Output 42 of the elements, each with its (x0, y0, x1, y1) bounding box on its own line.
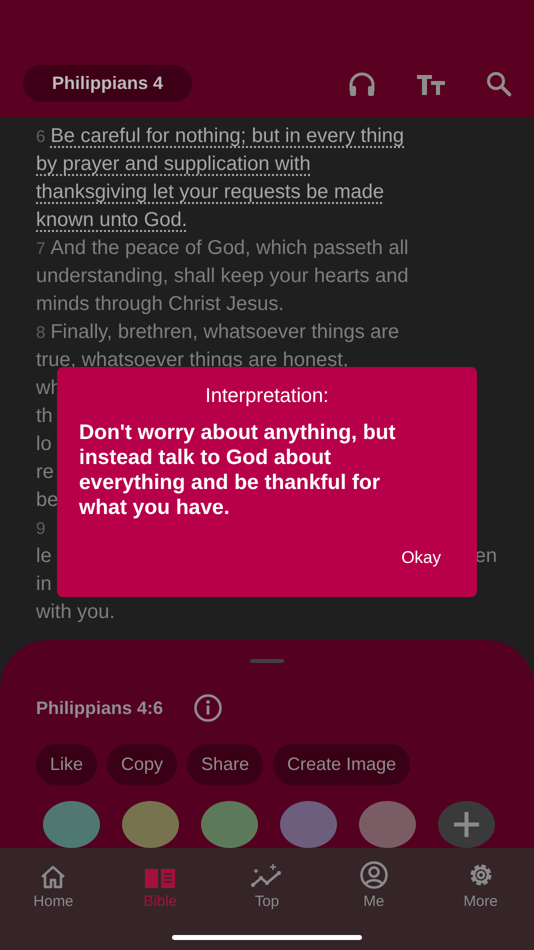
action-chip[interactable]: Like (36, 744, 98, 785)
verse-text[interactable]: And the peace of God, which passeth all (50, 237, 408, 259)
verse-number: 8 (36, 323, 46, 342)
verse-number: 9 (36, 519, 46, 538)
tab-item[interactable]: More (427, 858, 534, 910)
action-chip[interactable]: Share (187, 744, 264, 785)
sparkle-chart-icon (250, 863, 283, 889)
action-chip[interactable]: Create Image (273, 744, 410, 785)
add-icon[interactable] (438, 801, 495, 848)
verse-text[interactable]: be (36, 489, 58, 511)
verse-text[interactable]: minds through Christ Jesus. (36, 293, 284, 315)
search-icon[interactable] (486, 70, 512, 96)
info-icon[interactable] (193, 693, 224, 723)
drag-handle[interactable] (250, 659, 284, 663)
dialog-title: Interpretation: (204, 385, 330, 408)
tab-item[interactable]: Home (0, 858, 107, 910)
home-icon (39, 865, 68, 889)
verse-number: 6 (36, 127, 46, 146)
verse-text[interactable]: re (36, 461, 54, 483)
okay-button[interactable]: Okay (399, 546, 443, 570)
verse-text[interactable]: in (36, 573, 52, 595)
verse-text[interactable]: understanding, shall keep your hearts and (36, 265, 408, 287)
verse-text[interactable]: with you. (36, 601, 115, 623)
verse-text[interactable]: le (36, 545, 52, 567)
action-chip[interactable]: Copy (107, 744, 178, 785)
headphones-icon[interactable] (348, 70, 376, 96)
dialog-message: Don't worry about anything, but instead talk to God about everything and be thankful for what you have. (79, 420, 396, 520)
verse-text[interactable]: th (36, 405, 53, 427)
tab-item[interactable]: Me (320, 858, 428, 910)
text-size-icon[interactable] (416, 72, 446, 94)
verse-number: 7 (36, 239, 46, 258)
verse-text[interactable]: lo (36, 433, 52, 455)
verse-text[interactable]: Be careful for nothing; but in every thing (50, 125, 404, 147)
tab-item[interactable]: Top (214, 858, 320, 910)
verse-text[interactable]: known unto God. (36, 209, 188, 231)
verse-reference: Philippians 4:6 (36, 698, 164, 718)
chapter-selector[interactable]: Philippians 4 (23, 65, 192, 102)
book-icon (144, 867, 176, 889)
verse-text[interactable]: Finally, brethren, whatsoever things are (50, 321, 400, 343)
verse-text[interactable]: thanksgiving let your requests be made (36, 181, 384, 203)
user-icon (360, 861, 388, 889)
verse-text[interactable]: by prayer and supplication with (36, 153, 311, 175)
